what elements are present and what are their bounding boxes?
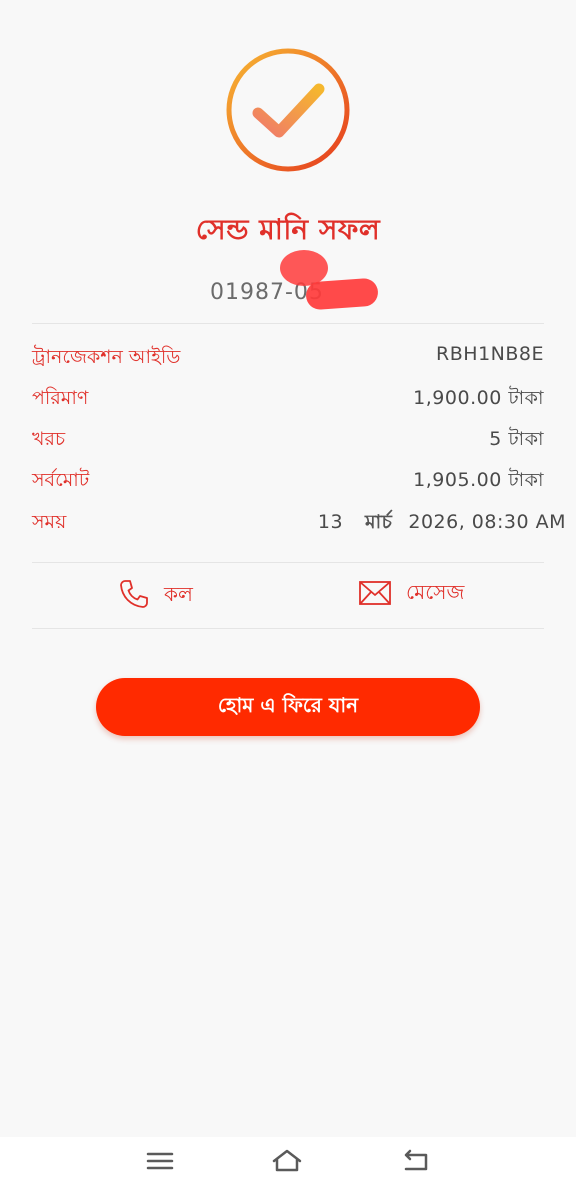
detail-value: 1,905.00 টাকা	[413, 469, 544, 491]
detail-label: সর্বমোট	[32, 469, 90, 491]
back-icon[interactable]	[400, 1147, 432, 1175]
detail-value-time: 13 মার্চ 2026, 08:30 AM	[318, 508, 566, 540]
call-button[interactable]: কল	[118, 578, 193, 614]
detail-row-total: সর্বমোট 1,905.00 টাকা	[32, 466, 544, 496]
detail-value: 5 টাকা	[489, 428, 544, 450]
send-money-success-screen: সেন্ড মানি সফল 01987-05 ট্রানজেকশন আইডি …	[0, 0, 576, 1185]
time-month: মার্চ	[365, 511, 393, 533]
time-day: 13	[317, 511, 344, 533]
contact-actions: কল মেসেজ	[0, 572, 576, 622]
home-icon[interactable]	[271, 1147, 303, 1175]
detail-row-charge: খরচ 5 টাকা	[32, 425, 544, 455]
phone-icon	[118, 578, 150, 614]
detail-value: 1,900.00 টাকা	[413, 387, 544, 409]
detail-value: RBH1NB8E	[436, 343, 544, 365]
system-navigation-bar	[0, 1137, 576, 1185]
detail-row-time: সময় 13 মার্চ 2026, 08:30 AM	[32, 508, 566, 538]
detail-row-amount: পরিমাণ 1,900.00 টাকা	[32, 384, 544, 414]
detail-row-transaction-id: ট্রানজেকশন আইডি RBH1NB8E	[32, 343, 544, 373]
success-checkmark-icon	[225, 47, 351, 173]
go-home-button[interactable]: হোম এ ফিরে যান	[96, 678, 480, 736]
detail-label: ট্রানজেকশন আইডি	[32, 346, 181, 368]
divider	[32, 562, 544, 563]
divider	[32, 323, 544, 324]
time-rest: 2026, 08:30 AM	[408, 511, 566, 533]
detail-label: খরচ	[32, 428, 66, 450]
envelope-icon	[358, 579, 392, 611]
detail-label: সময়	[32, 511, 67, 533]
page-title: সেন্ড মানি সফল	[195, 213, 381, 246]
divider	[32, 628, 544, 629]
menu-icon[interactable]	[144, 1147, 176, 1175]
detail-label: পরিমাণ	[32, 387, 89, 409]
redaction-mark	[305, 277, 379, 311]
call-label: কল	[164, 581, 193, 606]
message-label: মেসেজ	[406, 580, 465, 604]
message-button[interactable]: মেসেজ	[358, 578, 464, 611]
